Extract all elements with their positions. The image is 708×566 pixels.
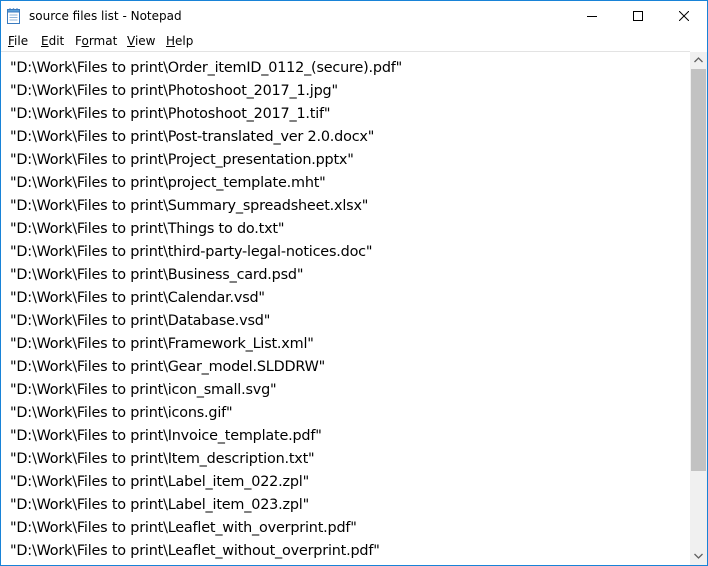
text-editor-area[interactable]: "D:\Work\Files to print\Order_itemID_011… (1, 51, 690, 565)
maximize-button[interactable] (615, 1, 661, 31)
document-lines: "D:\Work\Files to print\Order_itemID_011… (10, 57, 402, 563)
text-line: "D:\Work\Files to print\Project_presenta… (10, 152, 354, 168)
scrollbar-thumb[interactable] (691, 69, 706, 471)
menu-format[interactable]: Format (75, 31, 117, 51)
scroll-up-button[interactable] (690, 52, 707, 69)
window-title: source files list - Notepad (29, 9, 182, 23)
text-line: "D:\Work\Files to print\Post-translated_… (10, 129, 375, 145)
close-button[interactable] (661, 1, 707, 31)
text-line: "D:\Work\Files to print\icons.gif" (10, 405, 233, 421)
text-line: "D:\Work\Files to print\Gear_model.SLDDR… (10, 359, 326, 375)
chevron-up-icon (694, 57, 703, 63)
menu-bar: File Edit Format View Help (1, 31, 707, 51)
text-line: "D:\Work\Files to print\Invoice_template… (10, 428, 322, 444)
text-line: "D:\Work\Files to print\Summary_spreadsh… (10, 198, 369, 214)
scroll-down-button[interactable] (690, 548, 707, 565)
text-line: "D:\Work\Files to print\Label_item_022.z… (10, 474, 309, 490)
text-line: "D:\Work\Files to print\Order_itemID_011… (10, 60, 403, 76)
text-line: "D:\Work\Files to print\Business_card.ps… (10, 267, 304, 283)
text-line: "D:\Work\Files to print\Item_description… (10, 451, 315, 467)
notepad-window: source files list - Notepad File Edit Fo… (0, 0, 708, 566)
text-line: "D:\Work\Files to print\Things to do.txt… (10, 221, 285, 237)
notepad-icon[interactable] (7, 8, 20, 24)
text-line: "D:\Work\Files to print\Calendar.vsd" (10, 290, 265, 306)
text-line: "D:\Work\Files to print\Leaflet_without_… (10, 543, 380, 559)
text-line: "D:\Work\Files to print\Photoshoot_2017_… (10, 106, 331, 122)
menu-edit[interactable]: Edit (41, 31, 64, 51)
text-line: "D:\Work\Files to print\Database.vsd" (10, 313, 271, 329)
text-line: "D:\Work\Files to print\icon_small.svg" (10, 382, 277, 398)
text-line: "D:\Work\Files to print\third-party-lega… (10, 244, 373, 260)
menu-help[interactable]: Help (166, 31, 193, 51)
text-line: "D:\Work\Files to print\Label_item_023.z… (10, 497, 309, 513)
minimize-icon (587, 16, 597, 17)
menu-file[interactable]: File (8, 31, 28, 51)
minimize-button[interactable] (569, 1, 615, 31)
text-line: "D:\Work\Files to print\project_template… (10, 175, 326, 191)
maximize-icon (633, 11, 643, 21)
menu-view[interactable]: View (127, 31, 155, 51)
text-line: "D:\Work\Files to print\Photoshoot_2017_… (10, 83, 338, 99)
text-line: "D:\Work\Files to print\Leaflet_with_ove… (10, 520, 357, 536)
chevron-down-icon (694, 553, 703, 559)
close-icon (679, 11, 689, 21)
title-bar[interactable]: source files list - Notepad (1, 1, 707, 31)
vertical-scrollbar[interactable] (690, 52, 707, 565)
text-line: "D:\Work\Files to print\Framework_List.x… (10, 336, 314, 352)
